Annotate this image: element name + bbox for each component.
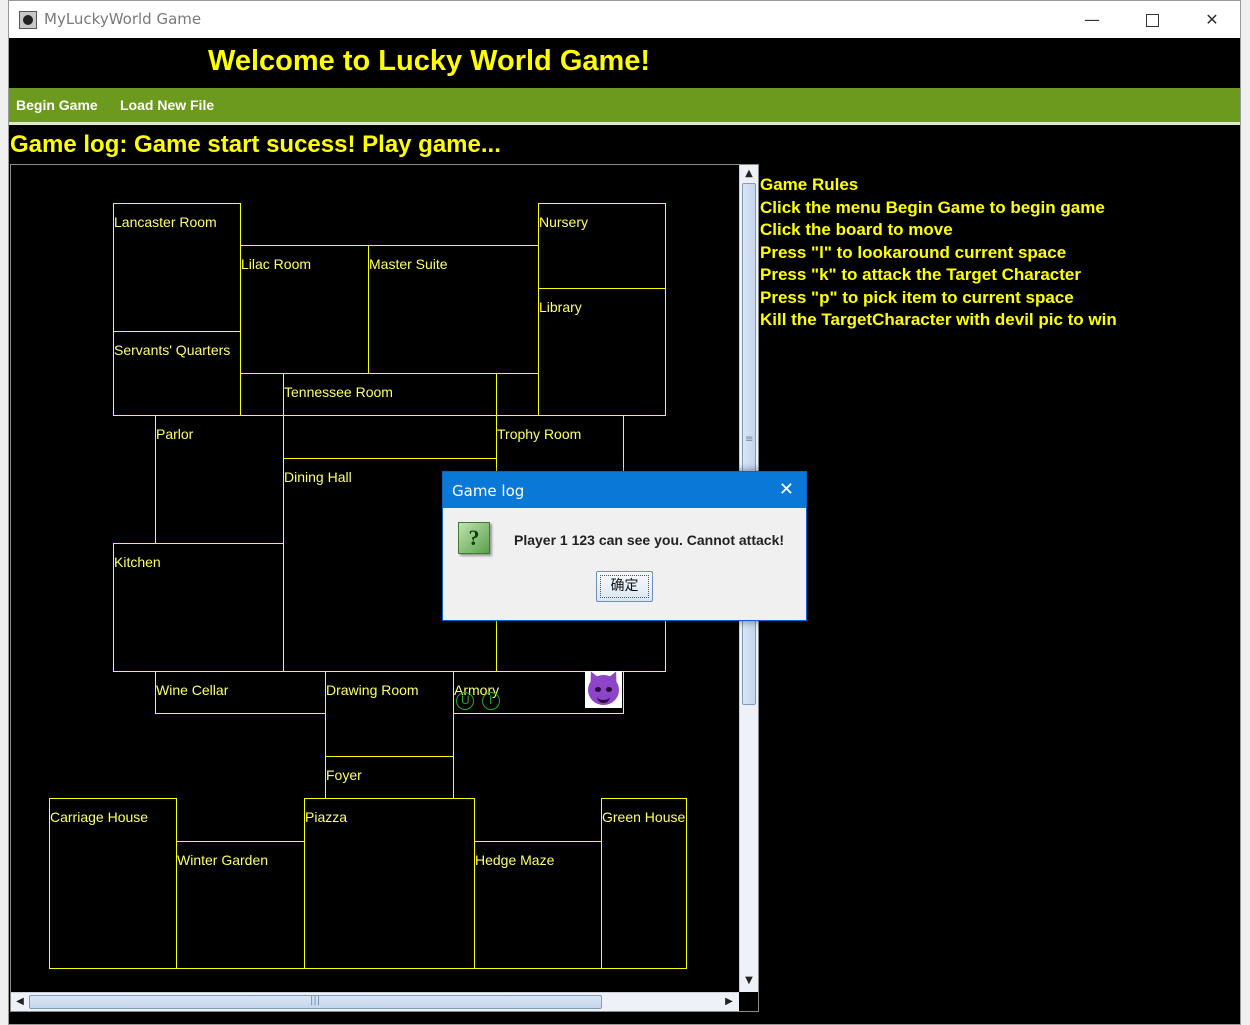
room-green-house[interactable]: Green House	[601, 798, 687, 969]
room-drawing-room[interactable]: Drawing Room	[325, 671, 454, 757]
room-label: Dining Hall	[284, 469, 352, 485]
token-label: I	[489, 693, 493, 707]
room-label: Green House	[602, 809, 686, 825]
rule-line: Press "k" to attack the Target Character	[760, 265, 1081, 284]
room-kitchen[interactable]: Kitchen	[113, 543, 284, 672]
rule-line: Click the menu Begin Game to begin game	[760, 197, 1105, 217]
room-tennessee-room[interactable]: Tennessee Room	[283, 373, 497, 459]
room-label: Piazza	[305, 809, 348, 825]
devil-head	[586, 669, 621, 705]
room-carriage-house[interactable]: Carriage House	[49, 798, 177, 969]
grip-icon: |||	[310, 995, 321, 1006]
room-label: Library	[539, 299, 582, 315]
rule-line: Kill the TargetCharacter with devil pic …	[760, 310, 1117, 329]
grip-icon: ≡	[745, 434, 754, 445]
room-label: Master Suite	[369, 256, 448, 272]
dialog-title-bar: Game log ✕	[443, 472, 806, 508]
maximize-button[interactable]	[1129, 1, 1175, 38]
room-label: Foyer	[326, 767, 362, 783]
devil-horn	[586, 669, 600, 683]
room-parlor[interactable]: Parlor	[155, 415, 284, 544]
close-button[interactable]: ✕	[1189, 1, 1235, 38]
room-piazza[interactable]: Piazza	[304, 798, 475, 969]
horizontal-scroll-thumb[interactable]: |||	[29, 995, 602, 1009]
rule-line: Press "p" to pick item to current space	[760, 287, 1074, 307]
room-master-suite[interactable]: Master Suite	[368, 245, 539, 374]
minimize-button[interactable]: —	[1069, 1, 1115, 38]
token-label: U	[461, 693, 470, 707]
room-label: Trophy Room	[497, 426, 582, 442]
welcome-title: Welcome to Lucky World Game!	[208, 45, 651, 77]
devil-face-icon	[585, 669, 622, 708]
devil-mouth	[597, 694, 610, 703]
room-label: Drawing Room	[326, 682, 419, 698]
room-label: Carriage House	[50, 809, 149, 825]
room-label: Servants' Quarters	[114, 342, 231, 358]
scroll-down-icon[interactable]: ▼	[741, 973, 757, 989]
room-servants-quarters[interactable]: Servants' Quarters	[113, 331, 241, 416]
room-label: Lilac Room	[241, 256, 312, 272]
room-foyer[interactable]: Foyer	[325, 756, 454, 799]
menu-begin-game[interactable]: Begin Game	[16, 97, 98, 113]
scroll-left-icon[interactable]: ◀	[12, 994, 28, 1010]
room-label: Hedge Maze	[475, 852, 555, 868]
room-library[interactable]: Library	[538, 288, 666, 416]
room-hedge-maze[interactable]: Hedge Maze	[474, 841, 602, 969]
player-token-u: U	[456, 692, 474, 710]
menu-load-new-file[interactable]: Load New File	[120, 97, 214, 113]
rules-title: Game Rules	[760, 175, 859, 194]
room-label: Tennessee Room	[284, 384, 393, 400]
dialog-title: Game log	[452, 482, 525, 500]
room-wine-cellar[interactable]: Wine Cellar	[155, 671, 326, 714]
window-title: MyLuckyWorld Game	[44, 10, 202, 28]
focus-ring	[600, 575, 649, 598]
devil-eye	[606, 687, 612, 692]
desktop-right-edge	[1241, 0, 1250, 1025]
room-lancaster-room[interactable]: Lancaster Room	[113, 203, 241, 332]
room-nursery[interactable]: Nursery	[538, 203, 666, 289]
app-icon	[19, 11, 37, 29]
horizontal-scrollbar[interactable]: ◀ ||| ▶	[11, 992, 739, 1011]
vertical-scroll-thumb[interactable]: ≡	[742, 183, 756, 705]
room-label: Nursery	[539, 214, 589, 230]
room-label: Kitchen	[114, 554, 161, 570]
maximize-icon	[1145, 14, 1159, 27]
dialog-close-icon[interactable]: ✕	[779, 479, 794, 500]
rule-line: Press "l" to lookaround current space	[760, 242, 1067, 262]
ok-button[interactable]: 确定	[596, 571, 653, 602]
game-rules-panel: Game Rules Click the menu Begin Game to …	[760, 174, 1117, 332]
desktop-left-edge	[0, 0, 8, 1025]
room-label: Parlor	[156, 426, 194, 442]
dialog-message: Player 1 123 can see you. Cannot attack!	[514, 532, 785, 548]
room-label: Lancaster Room	[114, 214, 217, 230]
title-bar: MyLuckyWorld Game — ✕	[9, 1, 1240, 38]
rule-line: Click the board to move	[760, 220, 953, 239]
devil-horn	[607, 669, 621, 683]
room-lilac-room[interactable]: Lilac Room	[240, 245, 369, 374]
scroll-up-icon[interactable]: ▲	[741, 166, 757, 182]
menu-bar: Begin Game Load New File	[9, 88, 1240, 125]
room-label: Wine Cellar	[156, 682, 229, 698]
player-token-i: I	[482, 692, 500, 710]
room-winter-garden[interactable]: Winter Garden	[176, 841, 305, 969]
game-log-dialog: Game log ✕ ? Player 1 123 can see you. C…	[442, 471, 807, 621]
scroll-right-icon[interactable]: ▶	[721, 994, 737, 1010]
devil-eye	[595, 687, 601, 692]
game-log-text: Game log: Game start sucess! Play game..…	[10, 131, 501, 158]
question-icon: ?	[458, 522, 490, 554]
room-label: Winter Garden	[177, 852, 269, 868]
